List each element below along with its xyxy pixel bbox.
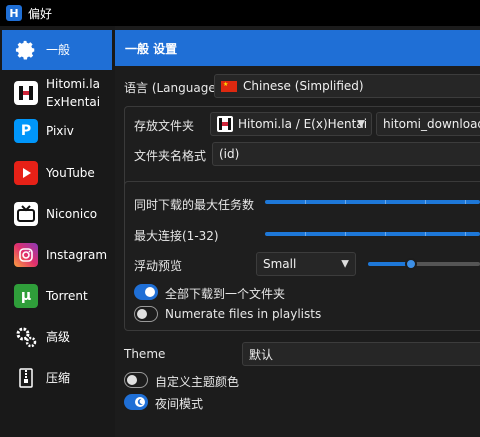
sidebar-item-label: Instagram	[46, 248, 108, 262]
niconico-icon	[14, 202, 38, 226]
custom-theme-color-label: 自定义主题颜色	[155, 375, 240, 389]
night-mode-toggle[interactable]	[124, 394, 148, 410]
custom-theme-color-toggle[interactable]	[124, 372, 148, 388]
sidebar-item-compression[interactable]: 压缩	[2, 363, 112, 393]
sidebar-item-advanced[interactable]: 高级	[2, 322, 112, 352]
theme-value: 默认	[249, 347, 274, 362]
sidebar-item-pixiv[interactable]: P Pixiv	[2, 116, 112, 146]
zip-icon	[14, 366, 38, 390]
app-icon: H	[6, 5, 22, 21]
all-one-folder-toggle[interactable]	[134, 284, 158, 300]
numerate-files-label: Numerate files in playlists	[165, 307, 322, 321]
sidebar-item-label: Torrent	[46, 289, 88, 303]
max-connections-label: 最大连接(1-32)	[134, 229, 219, 243]
floating-preview-slider[interactable]	[368, 258, 480, 270]
all-one-folder-label: 全部下载到一个文件夹	[165, 287, 286, 301]
sidebar-item-niconico[interactable]: Niconico	[2, 199, 112, 229]
language-value: Chinese (Simplified)	[243, 79, 364, 93]
window-title: 偏好	[28, 6, 53, 21]
gear-icon	[14, 38, 38, 62]
numerate-files-toggle[interactable]	[134, 306, 158, 322]
folder-path-input[interactable]: hitomi_downloaded	[376, 112, 480, 136]
sidebar-item-label: 高级	[46, 330, 71, 344]
china-flag-icon: ★	[221, 80, 237, 92]
settings-panel: 一般 设置 语言 (Language) ★ Chinese (Simplifie…	[115, 26, 480, 437]
page-title: 一般 设置	[115, 30, 480, 66]
site-select[interactable]: Hitomi.la / E(x)Hentai ▼	[210, 112, 372, 136]
sidebar-item-label: 压缩	[46, 371, 71, 385]
site-value: Hitomi.la / E(x)Hentai	[238, 117, 368, 131]
title-bar: H 偏好	[0, 0, 480, 26]
sidebar-item-label: Niconico	[46, 207, 98, 221]
theme-select[interactable]: 默认	[242, 342, 480, 366]
instagram-icon	[14, 243, 38, 267]
sidebar-item-hitomi[interactable]: Hitomi.la ExHentai	[2, 72, 112, 114]
gears-icon	[14, 325, 38, 349]
floating-preview-select[interactable]: Small ▼	[256, 252, 356, 276]
hitomi-icon	[14, 81, 38, 105]
sidebar-item-label: YouTube	[46, 166, 95, 180]
chevron-down-icon: ▼	[341, 258, 349, 270]
night-mode-label: 夜间模式	[155, 397, 204, 411]
pixiv-icon: P	[14, 119, 38, 143]
moon-icon	[135, 397, 145, 407]
sidebar-item-instagram[interactable]: Instagram	[2, 240, 112, 270]
youtube-icon	[14, 161, 38, 185]
sidebar-item-label: 一般	[46, 43, 71, 57]
max-connections-slider[interactable]	[265, 232, 480, 236]
sidebar-item-label: Pixiv	[46, 124, 74, 138]
slider-handle[interactable]	[405, 258, 417, 270]
sidebar: 一般 Hitomi.la ExHentai P Pixiv YouTube Ni…	[0, 26, 115, 437]
sidebar-item-general[interactable]: 一般	[2, 30, 112, 70]
hitomi-icon	[217, 116, 233, 132]
language-select[interactable]: ★ Chinese (Simplified)	[214, 74, 480, 98]
language-label: 语言 (Language)	[124, 81, 221, 95]
sidebar-item-label: Hitomi.la ExHentai	[46, 77, 101, 109]
sidebar-item-youtube[interactable]: YouTube	[2, 158, 112, 188]
folder-label: 存放文件夹	[134, 119, 195, 133]
max-tasks-slider[interactable]	[265, 200, 480, 204]
folder-format-input[interactable]: (id)	[212, 142, 480, 166]
torrent-icon: µ	[14, 284, 38, 308]
theme-label: Theme	[124, 347, 166, 361]
folder-format-label: 文件夹名格式	[134, 149, 207, 163]
sidebar-item-torrent[interactable]: µ Torrent	[2, 281, 112, 311]
floating-preview-value: Small	[263, 257, 297, 271]
chevron-down-icon: ▼	[357, 118, 365, 130]
max-tasks-label: 同时下载的最大任务数	[134, 198, 255, 212]
floating-preview-label: 浮动预览	[134, 259, 183, 273]
